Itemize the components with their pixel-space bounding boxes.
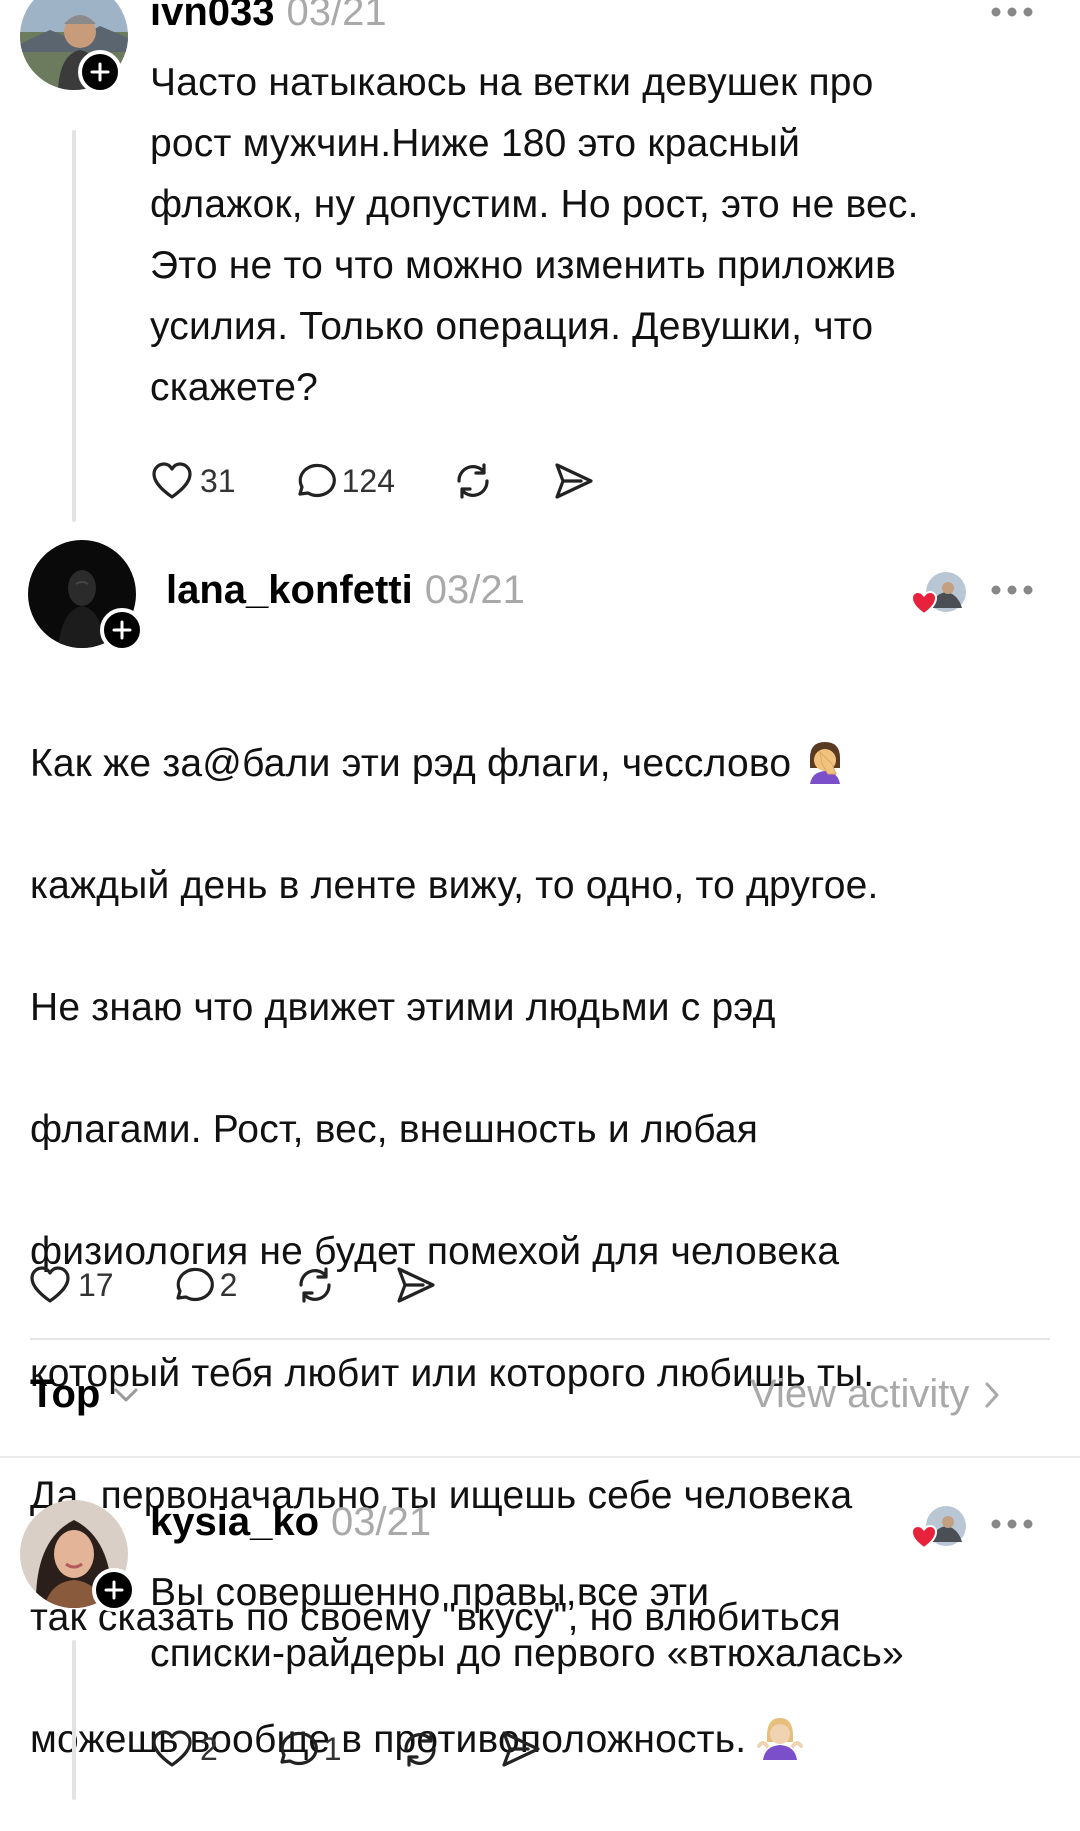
comment-icon <box>175 1267 214 1302</box>
more-options-icon[interactable] <box>990 584 1034 596</box>
more-options-icon[interactable] <box>990 1518 1034 1530</box>
post-username[interactable]: ivn033 03/21 <box>150 0 387 35</box>
post-date: 03/21 <box>286 0 387 34</box>
post-actions: 17 2 <box>28 1260 493 1310</box>
chevron-right-icon <box>985 1382 999 1407</box>
post-body: Вы совершенно правы,все эти списки-райде… <box>150 1571 904 1675</box>
repost-icon <box>403 1731 436 1767</box>
chevron-down-icon <box>114 1388 138 1401</box>
post-date: 03/21 <box>331 1500 432 1544</box>
thread-line <box>72 130 76 522</box>
plus-icon <box>104 1580 124 1600</box>
post-line: Не знаю что движет этими людьми с рэд <box>30 986 776 1029</box>
facepalm-woman-emoji <box>802 738 848 784</box>
comment-icon <box>280 1731 318 1766</box>
plus-icon <box>90 62 110 82</box>
reply-count: 2 <box>219 1266 238 1303</box>
repost-button[interactable] <box>293 1263 337 1307</box>
liked-by-author-indicator <box>910 568 966 618</box>
plus-icon <box>112 620 132 640</box>
post-actions: 2 1 <box>150 1724 598 1774</box>
share-button[interactable] <box>498 1727 542 1771</box>
comment-icon <box>297 463 336 498</box>
section-divider <box>0 1456 1080 1458</box>
follow-button[interactable] <box>92 1568 136 1612</box>
like-count: 2 <box>200 1730 218 1767</box>
post-username[interactable]: lana_konfetti 03/21 <box>166 568 525 613</box>
share-button[interactable] <box>551 459 595 503</box>
reply-button[interactable]: 2 <box>170 1263 238 1307</box>
more-options-icon[interactable] <box>990 6 1034 18</box>
post-line: флагами. Рост, вес, внешность и любая <box>30 1108 759 1151</box>
post-date: 03/21 <box>424 568 525 612</box>
repost-button[interactable] <box>398 1727 442 1771</box>
liked-by-author-indicator <box>910 1502 966 1552</box>
reply-button[interactable]: 1 <box>274 1727 342 1771</box>
follow-button[interactable] <box>100 608 144 652</box>
post-line: Как же за@бали эти рэд флаги, чесслово <box>30 733 1060 794</box>
like-button[interactable]: 2 <box>150 1727 218 1771</box>
share-button[interactable] <box>393 1263 437 1307</box>
post-username[interactable]: kysia_ko 03/21 <box>150 1500 431 1545</box>
heart-icon <box>152 462 192 499</box>
reply-count: 124 <box>341 462 395 499</box>
like-button[interactable]: 31 <box>150 459 236 503</box>
send-icon <box>555 463 593 499</box>
like-count: 31 <box>200 462 236 499</box>
sort-dropdown[interactable]: Top <box>30 1372 140 1417</box>
send-icon <box>397 1267 435 1303</box>
post-actions: 31 124 <box>150 456 651 506</box>
follow-button[interactable] <box>78 50 122 94</box>
reply-button[interactable]: 124 <box>292 459 395 503</box>
shrug-woman-emoji <box>757 1714 804 1760</box>
view-activity-link[interactable]: View activity <box>750 1372 1001 1417</box>
thread-line <box>72 1640 76 1800</box>
post-line: каждый день в ленте вижу, то одно, то др… <box>30 864 879 907</box>
repost-icon <box>299 1267 331 1303</box>
send-icon <box>501 1731 540 1767</box>
repost-icon <box>457 463 489 499</box>
heart-icon <box>30 1266 70 1303</box>
like-count: 17 <box>78 1266 114 1303</box>
post-body: Часто натыкаюсь на ветки девушек про рос… <box>150 61 919 409</box>
repost-button[interactable] <box>451 459 495 503</box>
divider <box>30 1338 1050 1340</box>
like-button[interactable]: 17 <box>28 1263 114 1307</box>
reply-count: 1 <box>323 1730 342 1767</box>
heart-icon <box>152 1730 192 1767</box>
